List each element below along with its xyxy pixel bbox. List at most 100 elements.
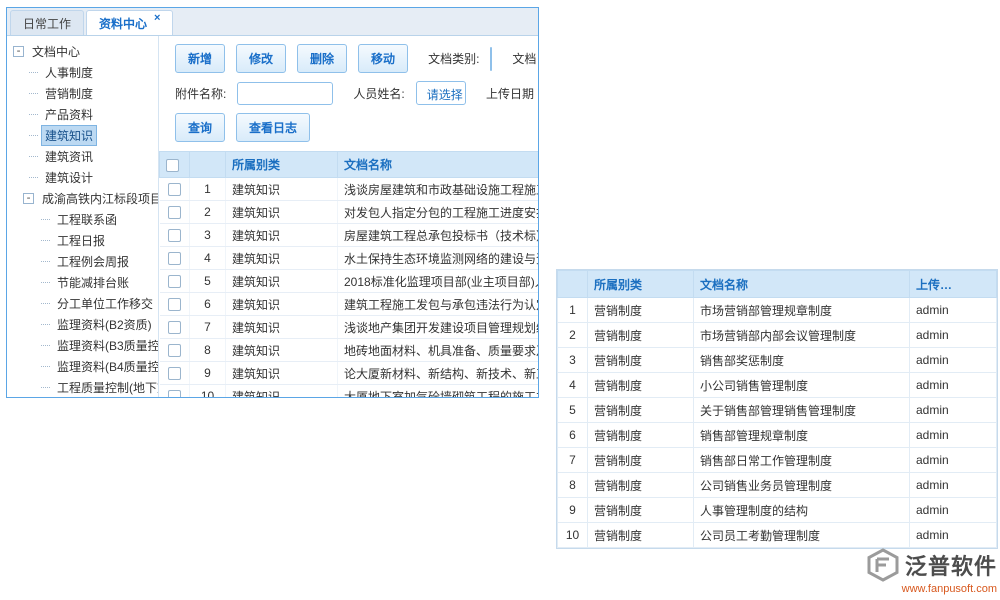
row-checkbox[interactable]: [168, 183, 181, 196]
tree-root-railway-project[interactable]: - 成渝高铁内江标段项目: [13, 188, 158, 209]
table-row[interactable]: 3营销制度销售部奖惩制度admin: [558, 348, 997, 373]
row-checkbox[interactable]: [168, 206, 181, 219]
doc-category: 营销制度: [588, 448, 694, 473]
sidebar-item-product-docs[interactable]: 产品资料: [13, 104, 158, 125]
doc-name[interactable]: 人事管理制度的结构: [694, 498, 910, 523]
doc-category: 建筑知识: [226, 270, 338, 293]
brand-row: 泛普软件: [867, 548, 997, 582]
row-checkbox[interactable]: [168, 298, 181, 311]
doc-name[interactable]: 小公司销售管理制度: [694, 373, 910, 398]
add-button[interactable]: 新增: [175, 44, 225, 73]
doc-name[interactable]: 2018标准化监理项目部(业主项目部)人员…: [338, 270, 539, 293]
doc-name[interactable]: 对发包人指定分包的工程施工进度安排…: [338, 201, 539, 224]
row-checkbox[interactable]: [168, 367, 181, 380]
tab-daily-work[interactable]: 日常工作: [10, 10, 84, 35]
modify-button[interactable]: 修改: [236, 44, 286, 73]
sidebar-item-work-transfer[interactable]: 分工单位工作移交: [13, 293, 158, 314]
doc-category: 营销制度: [588, 298, 694, 323]
sidebar-item-daily-report[interactable]: 工程日报: [13, 230, 158, 251]
row-checkbox[interactable]: [168, 321, 181, 334]
doc-name[interactable]: 销售部日常工作管理制度: [694, 448, 910, 473]
person-name-value: 请选择: [417, 82, 466, 104]
collapse-icon[interactable]: -: [23, 193, 34, 204]
doc-category: 建筑知识: [226, 339, 338, 362]
doc-name[interactable]: 大厦地下室加气砼墙砌筑工程的施工方…: [338, 385, 539, 398]
table-row[interactable]: 6建筑知识建筑工程施工发包与承包违法行为认定…: [160, 293, 539, 316]
tree-root-document-center[interactable]: - 文档中心: [13, 41, 158, 62]
doc-name[interactable]: 公司员工考勤管理制度: [694, 523, 910, 548]
table-row[interactable]: 7建筑知识浅谈地产集团开发建设项目管理规划编…: [160, 316, 539, 339]
table-row[interactable]: 2建筑知识对发包人指定分包的工程施工进度安排…: [160, 201, 539, 224]
sidebar-item-supervision-b2[interactable]: 监理资料(B2资质): [13, 314, 158, 335]
tab-data-center[interactable]: 资料中心 ×: [86, 10, 173, 35]
table-row[interactable]: 8营销制度公司销售业务员管理制度admin: [558, 473, 997, 498]
doc-uploader: admin: [910, 298, 997, 323]
table-row[interactable]: 7营销制度销售部日常工作管理制度admin: [558, 448, 997, 473]
sidebar-item-energy-ledger[interactable]: 节能减排台账: [13, 272, 158, 293]
sidebar-item-marketing-policy[interactable]: 营销制度: [13, 83, 158, 104]
sidebar-item-quality-basement[interactable]: 工程质量控制(地下室): [13, 377, 158, 397]
doc-name-header: 文档名称: [694, 271, 910, 298]
doc-type-select[interactable]: 请选择 ▼: [490, 47, 492, 71]
doc-name[interactable]: 浅谈地产集团开发建设项目管理规划编…: [338, 316, 539, 339]
document-list-area: 新增 修改 删除 移动 文档类别: 请选择 ▼ 文档 附件名称: 人员姓名: 请…: [159, 36, 538, 397]
table-row[interactable]: 1营销制度市场营销部管理规章制度admin: [558, 298, 997, 323]
table-row[interactable]: 3建筑知识房屋建筑工程总承包投标书（技术标）…: [160, 224, 539, 247]
move-button[interactable]: 移动: [358, 44, 408, 73]
attachment-name-input[interactable]: [237, 82, 333, 105]
row-checkbox[interactable]: [168, 344, 181, 357]
person-name-select[interactable]: 请选择 ▼: [416, 81, 466, 105]
table-row[interactable]: 6营销制度销售部管理规章制度admin: [558, 423, 997, 448]
doc-name[interactable]: 销售部奖惩制度: [694, 348, 910, 373]
sidebar-item-hr-policy[interactable]: 人事制度: [13, 62, 158, 83]
query-button[interactable]: 查询: [175, 113, 225, 142]
sidebar-item-project-letters[interactable]: 工程联系函: [13, 209, 158, 230]
doc-name[interactable]: 水土保持生态环境监测网络的建设与资…: [338, 247, 539, 270]
category-header: 所属别类: [588, 271, 694, 298]
close-icon[interactable]: ×: [154, 12, 160, 24]
row-checkbox[interactable]: [168, 390, 181, 397]
row-checkbox[interactable]: [168, 252, 181, 265]
row-checkbox[interactable]: [168, 275, 181, 288]
doc-name[interactable]: 房屋建筑工程总承包投标书（技术标）…: [338, 224, 539, 247]
table-row[interactable]: 8建筑知识地砖地面材料、机具准备、质量要求及…: [160, 339, 539, 362]
doc-name[interactable]: 市场营销部内部会议管理制度: [694, 323, 910, 348]
doc-name[interactable]: 市场营销部管理规章制度: [694, 298, 910, 323]
sidebar-item-construction-design[interactable]: 建筑设计: [13, 167, 158, 188]
doc-name[interactable]: 地砖地面材料、机具准备、质量要求及…: [338, 339, 539, 362]
doc-name[interactable]: 论大厦新材料、新结构、新技术、新工…: [338, 362, 539, 385]
tree-item-label: 监理资料(B4质量控制): [54, 357, 159, 376]
table-row[interactable]: 9建筑知识论大厦新材料、新结构、新技术、新工…: [160, 362, 539, 385]
table-row[interactable]: 5营销制度关于销售部管理销售管理制度admin: [558, 398, 997, 423]
sidebar-item-construction-news[interactable]: 建筑资讯: [13, 146, 158, 167]
table-row[interactable]: 2营销制度市场营销部内部会议管理制度admin: [558, 323, 997, 348]
table-row[interactable]: 9营销制度人事管理制度的结构admin: [558, 498, 997, 523]
sidebar-item-supervision-b4[interactable]: 监理资料(B4质量控制): [13, 356, 158, 377]
sidebar-item-supervision-b3[interactable]: 监理资料(B3质量控制): [13, 335, 158, 356]
table-row[interactable]: 4建筑知识水土保持生态环境监测网络的建设与资…: [160, 247, 539, 270]
tree-item-label: 节能减排台账: [54, 273, 132, 292]
tab-bar: 日常工作 资料中心 ×: [7, 8, 538, 36]
select-all-checkbox[interactable]: [166, 159, 179, 172]
row-checkbox[interactable]: [168, 229, 181, 242]
view-log-button[interactable]: 查看日志: [236, 113, 310, 142]
row-number-header: [190, 152, 226, 178]
doc-name[interactable]: 建筑工程施工发包与承包违法行为认定…: [338, 293, 539, 316]
sidebar-item-construction-knowledge[interactable]: 建筑知识: [13, 125, 158, 146]
doc-name[interactable]: 关于销售部管理销售管理制度: [694, 398, 910, 423]
tree-connector: [41, 303, 50, 304]
collapse-icon[interactable]: -: [13, 46, 24, 57]
brand-url[interactable]: www.fanpusoft.com: [867, 583, 997, 595]
delete-button[interactable]: 删除: [297, 44, 347, 73]
table-row[interactable]: 1建筑知识浅谈房屋建筑和市政基础设施工程施工…: [160, 178, 539, 201]
sidebar-item-weekly-meeting[interactable]: 工程例会周报: [13, 251, 158, 272]
table-row[interactable]: 10建筑知识大厦地下室加气砼墙砌筑工程的施工方…: [160, 385, 539, 398]
doc-name[interactable]: 浅谈房屋建筑和市政基础设施工程施工…: [338, 178, 539, 201]
tree-item-label: 人事制度: [42, 63, 96, 82]
table-row[interactable]: 4营销制度小公司销售管理制度admin: [558, 373, 997, 398]
doc-name[interactable]: 公司销售业务员管理制度: [694, 473, 910, 498]
tree-connector: [29, 135, 38, 136]
table-row[interactable]: 10营销制度公司员工考勤管理制度admin: [558, 523, 997, 548]
table-row[interactable]: 5建筑知识2018标准化监理项目部(业主项目部)人员…: [160, 270, 539, 293]
doc-name[interactable]: 销售部管理规章制度: [694, 423, 910, 448]
